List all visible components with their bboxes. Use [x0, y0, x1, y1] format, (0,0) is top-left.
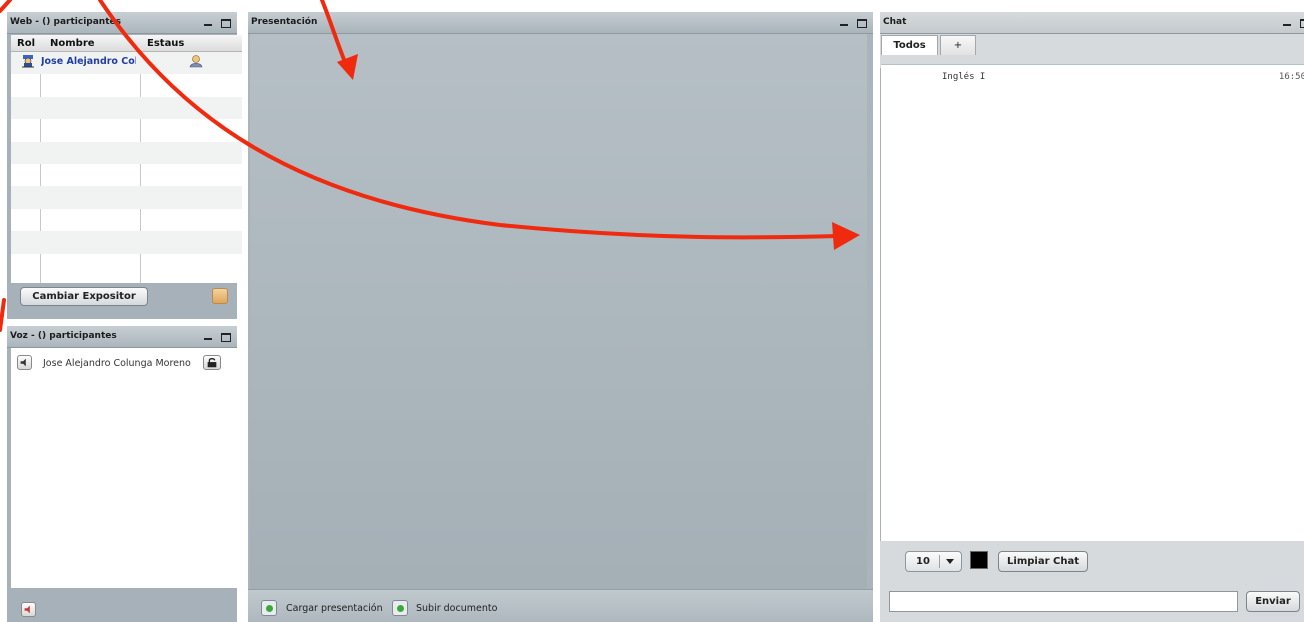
slide-area[interactable] [250, 34, 867, 589]
speaker-icon[interactable] [17, 355, 32, 370]
column-rol[interactable]: Rol [17, 38, 35, 49]
chat-message-input[interactable] [889, 591, 1238, 612]
voz-panel-titlebar[interactable]: Voz - () participantes [7, 326, 237, 348]
chat-message-text: Inglés I [942, 72, 986, 82]
chat-messages: Inglés I 16:50 [881, 64, 1304, 541]
change-presenter-button[interactable]: Cambiar Expositor [20, 287, 148, 306]
voice-participants-panel: Voz - () participantes Jose Alejandro Co… [7, 326, 242, 622]
upload-document-icon[interactable] [392, 600, 408, 616]
chat-title: Chat [883, 17, 907, 27]
font-size-value: 10 [916, 556, 930, 567]
load-presentation-link[interactable]: Cargar presentación [286, 603, 383, 614]
chat-titlebar[interactable]: Chat [880, 12, 1304, 34]
chat-tabs: Todos + [880, 34, 1304, 68]
presentation-panel: Presentación Cargar presentación Subir d… [248, 12, 873, 622]
voz-panel-title: Voz - () participantes [10, 331, 117, 341]
left-edge-arrow-top [0, 0, 12, 13]
font-size-select[interactable]: 10 [905, 551, 962, 572]
chat-controls: 10 Limpiar Chat Enviar [880, 541, 1304, 622]
user-icon [189, 55, 203, 68]
send-button[interactable]: Enviar [1246, 591, 1300, 612]
presentation-footer: Cargar presentación Subir documento [248, 589, 873, 622]
maximize-icon[interactable] [221, 333, 231, 342]
participants-grid-header: Rol Nombre Estaus [11, 35, 242, 52]
presentation-titlebar[interactable]: Presentación [248, 12, 873, 34]
presenter-icon [22, 55, 34, 68]
minimize-icon[interactable] [204, 329, 213, 343]
participant-name: Jose Alejandro Colunga Moreno [41, 56, 136, 67]
raise-hand-icon[interactable] [212, 288, 228, 304]
text-color-picker[interactable] [970, 551, 988, 569]
maximize-icon[interactable] [1300, 19, 1304, 28]
presentation-title: Presentación [251, 17, 318, 27]
minimize-icon[interactable] [840, 15, 849, 29]
tab-add[interactable]: + [940, 35, 976, 55]
mute-icon[interactable] [21, 602, 36, 617]
web-panel-title: Web - () participantes [10, 17, 121, 27]
chat-message-time: 16:50 [1278, 72, 1304, 82]
minimize-icon[interactable] [1283, 15, 1292, 29]
tab-todos[interactable]: Todos [881, 35, 938, 55]
participants-grid: Rol Nombre Estaus Jose Alejandro Colunga… [11, 35, 242, 283]
chat-panel: Chat Todos + Inglés I 16:50 10 Limpiar C… [880, 12, 1304, 622]
clear-chat-button[interactable]: Limpiar Chat [998, 551, 1088, 572]
upload-document-link[interactable]: Subir documento [416, 603, 497, 614]
left-edge-arrow-bottom [0, 298, 6, 332]
voice-participant-name: Jose Alejandro Colunga Moreno [43, 358, 191, 369]
maximize-icon[interactable] [221, 19, 231, 28]
load-presentation-icon[interactable] [261, 600, 277, 616]
minimize-icon[interactable] [204, 15, 213, 29]
column-nombre[interactable]: Nombre [50, 38, 95, 49]
participant-row[interactable]: Jose Alejandro Colunga Moreno [11, 52, 242, 75]
chevron-down-icon[interactable] [946, 559, 954, 564]
maximize-icon[interactable] [857, 19, 867, 28]
column-estaus[interactable]: Estaus [147, 38, 184, 49]
web-participants-panel: Web - () participantes Rol Nombre Estaus… [7, 12, 242, 319]
voice-participant-list: Jose Alejandro Colunga Moreno [11, 348, 242, 588]
lock-icon[interactable] [203, 355, 221, 370]
web-panel-titlebar[interactable]: Web - () participantes [7, 12, 237, 34]
